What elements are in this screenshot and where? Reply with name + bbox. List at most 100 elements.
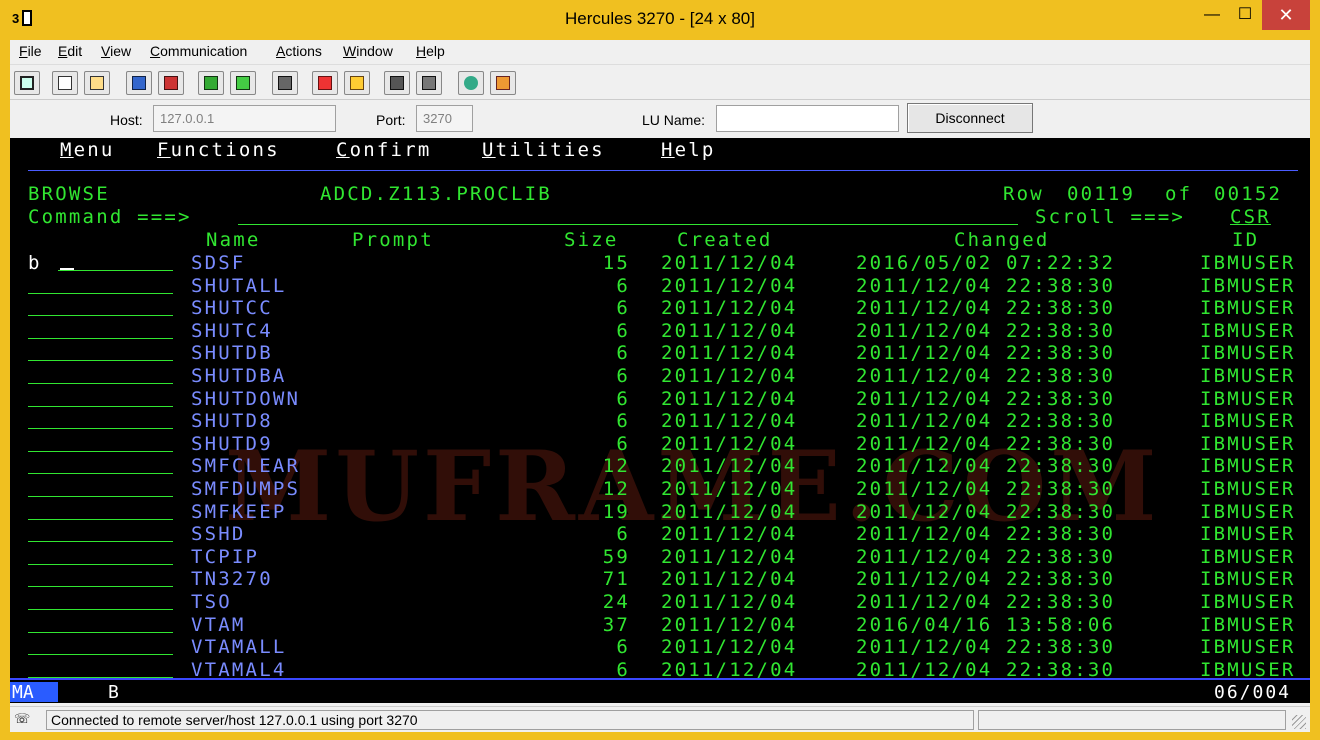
port-label: Port: [376, 112, 406, 128]
member-changed: 2016/05/02 07:22:32 [856, 252, 1116, 274]
menu-help[interactable]: Help [416, 43, 445, 59]
line-command-input[interactable] [28, 293, 173, 294]
line-command-value[interactable]: b [28, 253, 42, 273]
member-size: 6 [616, 342, 630, 364]
status-bar: ☏ Connected to remote server/host 127.0.… [10, 706, 1310, 732]
member-size: 6 [616, 275, 630, 297]
member-created: 2011/12/04 [661, 297, 798, 319]
menu-window[interactable]: Window [343, 43, 393, 59]
copy-icon[interactable] [52, 71, 78, 95]
port-field[interactable]: 3270 [416, 105, 473, 132]
member-name: TN3270 [191, 568, 273, 590]
ispf-menu-functions[interactable]: Functions [157, 140, 280, 160]
member-size: 6 [616, 433, 630, 455]
line-command-input[interactable] [58, 270, 173, 271]
command-input[interactable] [238, 224, 1018, 225]
member-changed: 2011/12/04 22:38:30 [856, 501, 1116, 523]
line-command-input[interactable] [28, 406, 173, 407]
maximize-button[interactable]: ☐ [1229, 0, 1261, 30]
keymap-icon[interactable] [416, 71, 442, 95]
header-id: ID [1232, 229, 1260, 251]
member-id: IBMUSER [1200, 478, 1296, 500]
font-icon[interactable] [344, 71, 370, 95]
member-created: 2011/12/04 [661, 523, 798, 545]
member-size: 59 [602, 546, 630, 568]
dataset-name: ADCD.Z113.PROCLIB [320, 183, 552, 205]
toolbar [10, 64, 1310, 100]
ispf-menu-help[interactable]: Help [661, 140, 716, 160]
record-icon[interactable] [230, 71, 256, 95]
member-name: SHUTDBA [191, 365, 287, 387]
menu-file[interactable]: File [19, 43, 42, 59]
menu-actions[interactable]: Actions [276, 43, 322, 59]
script-icon[interactable] [490, 71, 516, 95]
line-command-input[interactable] [28, 632, 173, 633]
cursor-position: 06/004 [1214, 682, 1292, 703]
member-size: 6 [616, 320, 630, 342]
member-name: SMFCLEAR [191, 455, 301, 477]
paste-icon[interactable] [84, 71, 110, 95]
member-changed: 2016/04/16 13:58:06 [856, 614, 1116, 636]
member-changed: 2011/12/04 22:38:30 [856, 546, 1116, 568]
ispf-menu-confirm[interactable]: Confirm [336, 140, 431, 160]
line-command-input[interactable] [28, 541, 173, 542]
member-id: IBMUSER [1200, 501, 1296, 523]
screen-icon[interactable] [14, 71, 40, 95]
menu-edit[interactable]: Edit [58, 43, 82, 59]
member-id: IBMUSER [1200, 546, 1296, 568]
globe-icon[interactable] [458, 71, 484, 95]
line-command-input[interactable] [28, 609, 173, 610]
line-command-input[interactable] [28, 519, 173, 520]
member-name: VTAMALL [191, 636, 287, 658]
minimize-button[interactable]: — [1196, 0, 1228, 30]
member-created: 2011/12/04 [661, 636, 798, 658]
member-created: 2011/12/04 [661, 614, 798, 636]
mode-label: BROWSE [28, 183, 110, 205]
member-id: IBMUSER [1200, 433, 1296, 455]
line-command-input[interactable] [28, 586, 173, 587]
line-command-input[interactable] [28, 315, 173, 316]
connection-icon: ☏ [14, 711, 31, 726]
row-current: 00119 [1067, 183, 1136, 205]
terminal-screen[interactable]: Menu Functions Confirm Utilities Help BR… [10, 138, 1310, 678]
line-command-input[interactable] [28, 654, 173, 655]
scroll-field[interactable]: CSR [1230, 207, 1271, 227]
send-icon[interactable] [126, 71, 152, 95]
row-of: of [1165, 183, 1193, 205]
line-command-input[interactable] [28, 428, 173, 429]
member-changed: 2011/12/04 22:38:30 [856, 455, 1116, 477]
ispf-menu-menu[interactable]: Menu [60, 140, 115, 160]
menu-separator [28, 170, 1298, 171]
ispf-menu-utilities[interactable]: Utilities [482, 140, 605, 160]
host-field[interactable]: 127.0.0.1 [153, 105, 336, 132]
disconnect-button[interactable]: Disconnect [907, 103, 1033, 133]
line-command-input[interactable] [28, 473, 173, 474]
line-command-input[interactable] [28, 451, 173, 452]
member-changed: 2011/12/04 22:38:30 [856, 275, 1116, 297]
menu-view[interactable]: View [101, 43, 131, 59]
member-size: 6 [616, 636, 630, 658]
member-size: 6 [616, 388, 630, 410]
member-id: IBMUSER [1200, 275, 1296, 297]
menu-communication[interactable]: Communication [150, 43, 247, 59]
receive-icon[interactable] [158, 71, 184, 95]
close-button[interactable]: ✕ [1262, 0, 1310, 30]
line-command-input[interactable] [28, 496, 173, 497]
lu-name-field[interactable] [716, 105, 899, 132]
line-command-input[interactable] [28, 360, 173, 361]
member-created: 2011/12/04 [661, 433, 798, 455]
color-icon[interactable] [312, 71, 338, 95]
macro-icon[interactable] [198, 71, 224, 95]
line-command-input[interactable] [28, 564, 173, 565]
member-name: SSHD [191, 523, 246, 545]
member-created: 2011/12/04 [661, 501, 798, 523]
line-command-input[interactable] [28, 383, 173, 384]
command-label: Command ===> [28, 206, 192, 228]
keyboard-icon[interactable] [384, 71, 410, 95]
member-name: SHUTD8 [191, 410, 273, 432]
print-icon[interactable] [272, 71, 298, 95]
member-size: 71 [602, 568, 630, 590]
resize-grip[interactable] [1292, 715, 1306, 729]
line-command-input[interactable] [28, 338, 173, 339]
member-created: 2011/12/04 [661, 388, 798, 410]
